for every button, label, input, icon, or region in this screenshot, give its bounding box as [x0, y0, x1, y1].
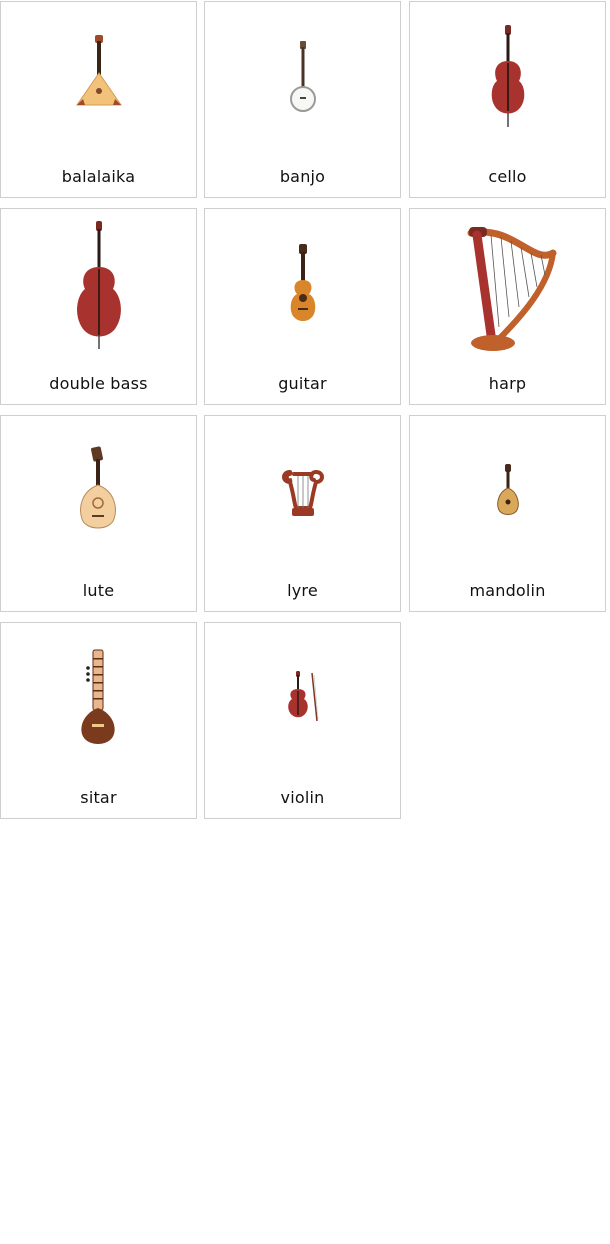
double-bass-icon	[1, 209, 196, 361]
card-label: lyre	[287, 581, 318, 600]
card-guitar[interactable]: guitar	[204, 208, 401, 405]
card-double-bass[interactable]: double bass	[0, 208, 197, 405]
card-harp[interactable]: harp	[409, 208, 606, 405]
card-label: guitar	[278, 374, 327, 393]
card-label: sitar	[80, 788, 117, 807]
guitar-icon	[205, 209, 400, 361]
card-violin[interactable]: violin	[204, 622, 401, 819]
card-banjo[interactable]: banjo	[204, 1, 401, 198]
mandolin-icon	[410, 416, 605, 568]
sitar-icon	[1, 623, 196, 775]
card-label: mandolin	[469, 581, 546, 600]
card-balalaika[interactable]: balalaika	[0, 1, 197, 198]
card-label: double bass	[49, 374, 148, 393]
lyre-icon	[205, 416, 400, 568]
cello-icon	[410, 2, 605, 154]
balalaika-icon	[1, 2, 196, 154]
harp-icon	[410, 209, 605, 361]
card-cello[interactable]: cello	[409, 1, 606, 198]
lute-icon	[1, 416, 196, 568]
card-lute[interactable]: lute	[0, 415, 197, 612]
banjo-icon	[205, 2, 400, 154]
violin-icon	[205, 623, 400, 775]
card-mandolin[interactable]: mandolin	[409, 415, 606, 612]
card-label: lute	[82, 581, 115, 600]
card-label: violin	[280, 788, 325, 807]
card-label: banjo	[279, 167, 326, 186]
card-label: harp	[488, 374, 527, 393]
card-label: balalaika	[61, 167, 136, 186]
card-lyre[interactable]: lyre	[204, 415, 401, 612]
card-label: cello	[488, 167, 527, 186]
card-sitar[interactable]: sitar	[0, 622, 197, 819]
